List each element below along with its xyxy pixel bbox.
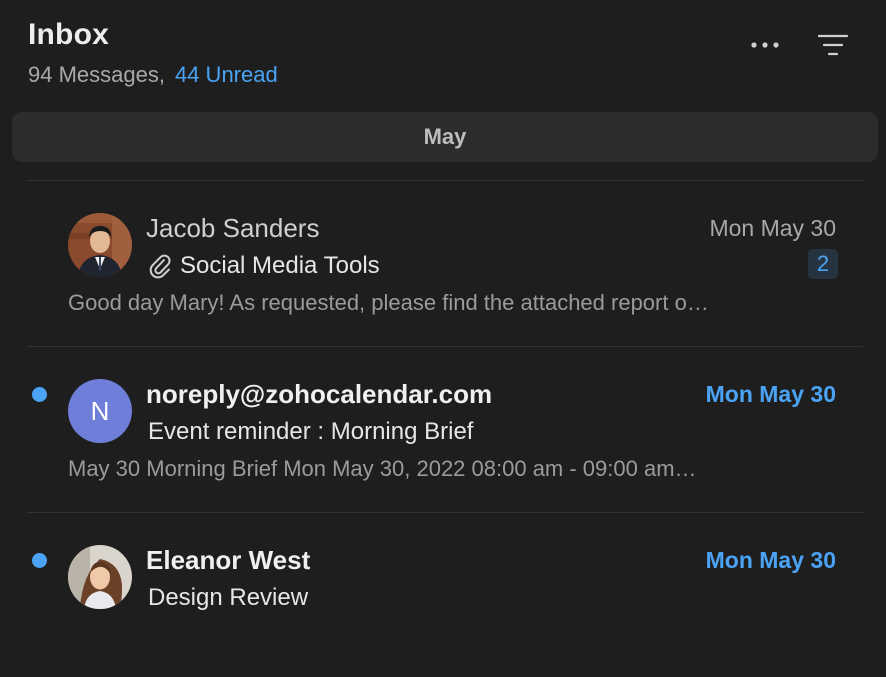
header-actions: [750, 30, 848, 60]
message-summary: 94 Messages, 44 Unread: [28, 62, 278, 88]
unread-indicator: [32, 387, 47, 402]
filter-icon: [818, 34, 848, 56]
message-date: Mon May 30: [705, 547, 836, 573]
message-count: 94 Messages,: [28, 62, 165, 87]
sender-name: Jacob Sanders: [146, 213, 320, 243]
avatar: [68, 545, 132, 609]
inbox-header: Inbox 94 Messages, 44 Unread: [28, 18, 278, 88]
message-row[interactable]: Eleanor West Mon May 30 Design Review: [27, 513, 863, 677]
filter-button[interactable]: [818, 30, 848, 60]
unread-indicator: [32, 553, 47, 568]
avatar: N: [68, 379, 132, 443]
ellipsis-icon: [751, 42, 779, 48]
avatar: [68, 213, 132, 277]
sender-name: noreply@zohocalendar.com: [146, 379, 493, 409]
thread-count-badge: 2: [808, 249, 838, 279]
message-subject: Social Media Tools: [148, 252, 380, 280]
more-options-button[interactable]: [750, 30, 780, 60]
subject-text: Event reminder : Morning Brief: [148, 418, 474, 445]
message-subject: Design Review: [148, 584, 308, 612]
message-preview: May 30 Morning Brief Mon May 30, 2022 08…: [68, 456, 697, 481]
message-row[interactable]: N noreply@zohocalendar.com Mon May 30 Ev…: [27, 347, 863, 511]
page-title: Inbox: [28, 18, 109, 51]
paperclip-icon: [148, 253, 172, 279]
message-row[interactable]: Jacob Sanders Mon May 30 Social Media To…: [27, 181, 863, 345]
section-label: May: [423, 124, 467, 149]
subject-text: Social Media Tools: [180, 252, 380, 279]
message-preview: Good day Mary! As requested, please find…: [68, 290, 709, 315]
message-date: Mon May 30: [709, 215, 836, 241]
subject-text: Design Review: [148, 584, 309, 611]
message-subject: Event reminder : Morning Brief: [148, 418, 473, 446]
section-header-may: May: [12, 112, 878, 162]
sender-name: Eleanor West: [146, 545, 311, 575]
unread-count[interactable]: 44 Unread: [175, 62, 278, 87]
message-date: Mon May 30: [705, 381, 836, 407]
